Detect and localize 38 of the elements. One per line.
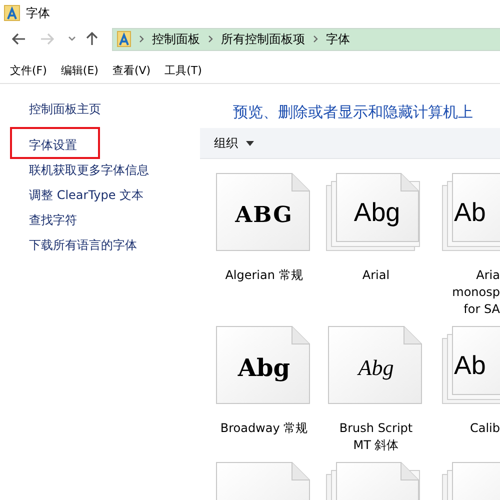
- font-preview: Abg: [352, 197, 402, 227]
- font-preview: ABG: [234, 201, 294, 230]
- menu-item[interactable]: 文件(F): [10, 63, 47, 78]
- sidebar-link[interactable]: 下载所有语言的字体: [29, 237, 137, 254]
- chevron-icon: [313, 35, 318, 43]
- sidebar-link[interactable]: 联机获取更多字体信息: [29, 162, 149, 179]
- dropdown-icon[interactable]: [68, 36, 76, 42]
- chevron-icon: [208, 35, 213, 43]
- menu-item[interactable]: 查看(V): [112, 63, 151, 78]
- font-preview: Ab: [454, 350, 486, 380]
- font-name: Calib: [470, 420, 500, 437]
- breadcrumb[interactable]: 所有控制面板项: [221, 30, 305, 48]
- breadcrumb[interactable]: 字体: [326, 30, 350, 48]
- window-title: 字体: [26, 4, 50, 22]
- font-preview: Ab: [454, 197, 486, 227]
- font-icon: [117, 31, 131, 47]
- up-icon[interactable]: [86, 32, 98, 46]
- font-name: Algerian 常规: [225, 267, 303, 284]
- chevron-icon: [139, 35, 144, 43]
- sidebar-link[interactable]: 控制面板主页: [29, 101, 101, 118]
- menu-item[interactable]: 工具(T): [164, 63, 202, 78]
- font-name: Aria monosp for SA: [452, 267, 500, 318]
- page-heading: 预览、删除或者显示和隐藏计算机上: [233, 103, 474, 123]
- organize-button[interactable]: 组织: [208, 132, 260, 154]
- back-icon[interactable]: [12, 33, 26, 45]
- caret-icon: [246, 140, 254, 146]
- sidebar-link[interactable]: 查找字符: [29, 212, 77, 229]
- breadcrumb[interactable]: 控制面板: [152, 30, 200, 48]
- sidebar-link[interactable]: 字体设置: [29, 137, 77, 154]
- font-preview: Abg: [236, 353, 292, 383]
- address-bar[interactable]: 控制面板 所有控制面板项 字体: [112, 28, 500, 50]
- sidebar-link[interactable]: 调整 ClearType 文本: [29, 187, 144, 204]
- font-name: Brush Script MT 斜体: [339, 420, 413, 454]
- font-name: Arial: [362, 267, 390, 284]
- font-name: Broadway 常规: [220, 420, 308, 437]
- menu-item[interactable]: 编辑(E): [60, 63, 98, 78]
- font-icon: [4, 5, 20, 21]
- font-preview: Abg: [356, 354, 395, 382]
